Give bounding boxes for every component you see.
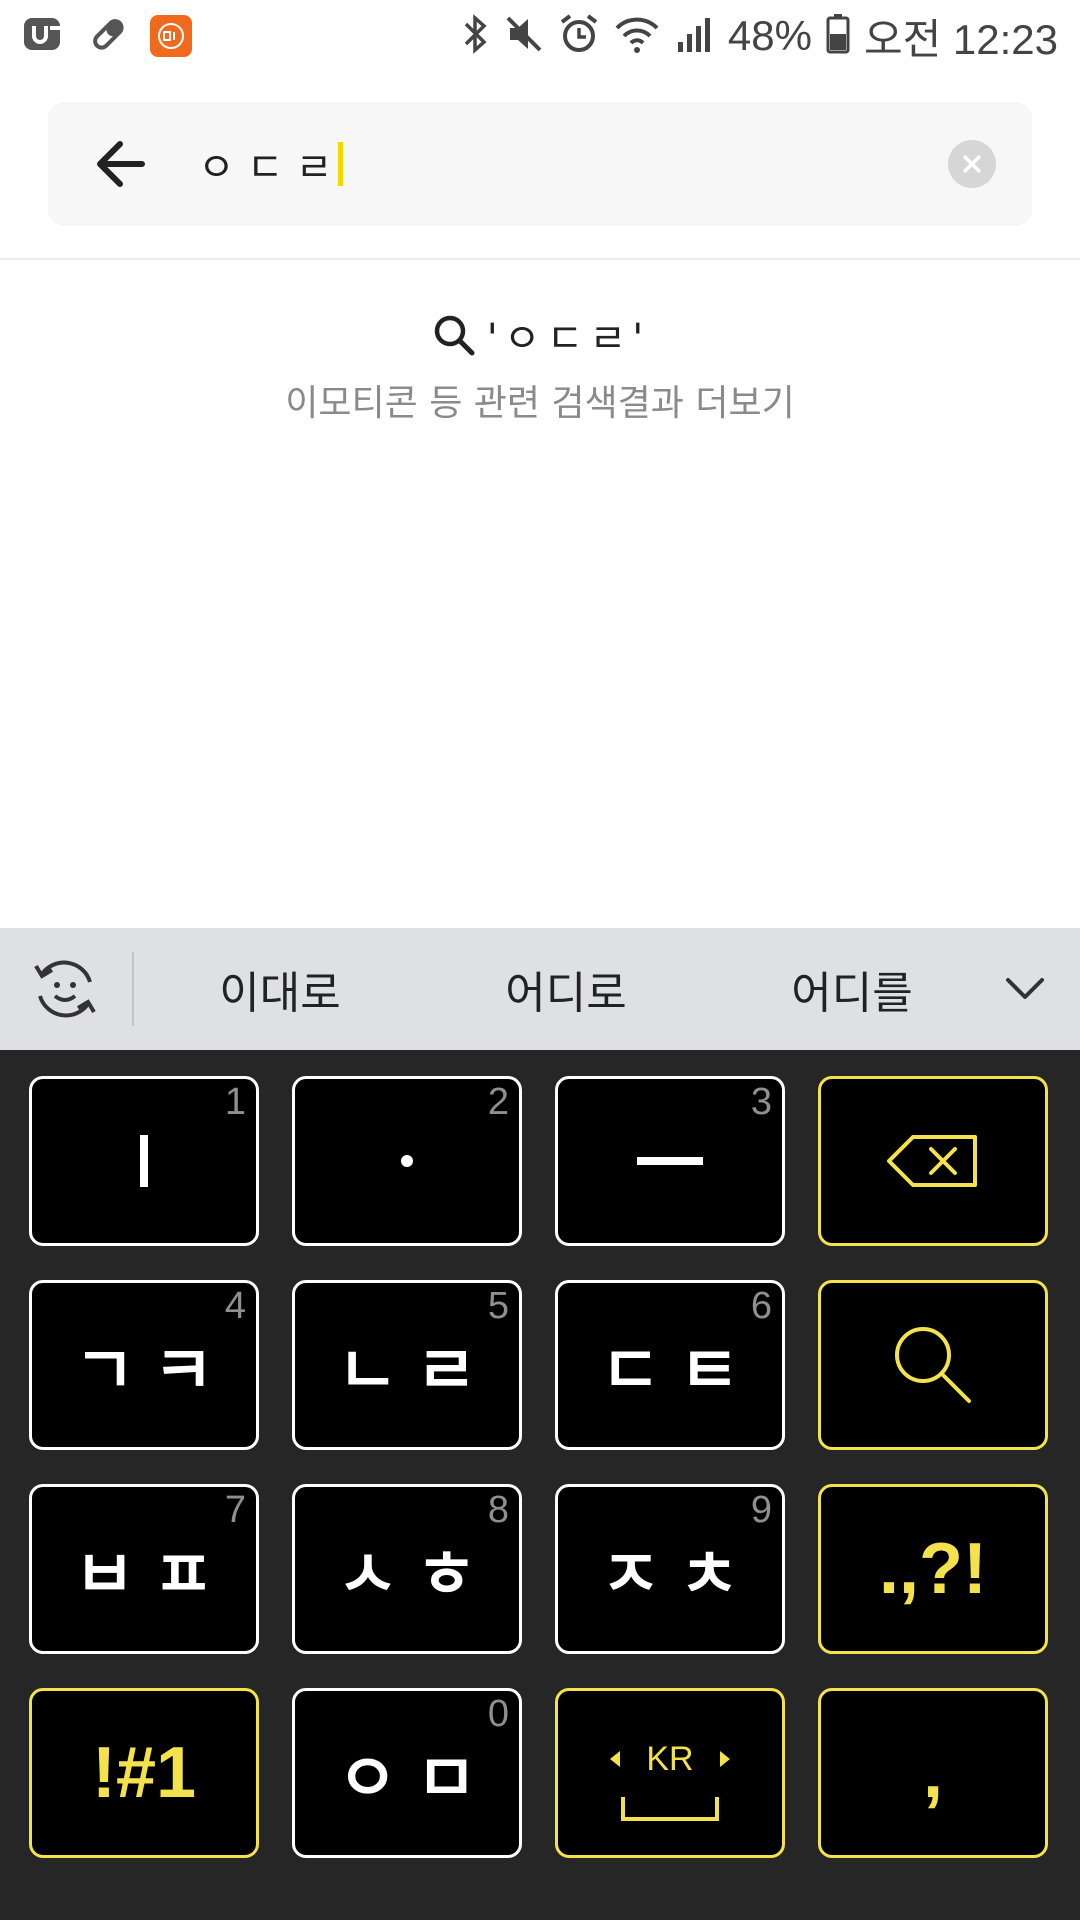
key-label: !#1: [91, 1733, 197, 1813]
clear-button[interactable]: [948, 140, 996, 188]
key-5[interactable]: ㄴㄹ 5: [292, 1280, 522, 1450]
search-icon: [895, 1327, 971, 1403]
chevron-down-icon: [1006, 978, 1044, 999]
key-4[interactable]: ㄱㅋ 4: [29, 1280, 259, 1450]
keyboard: 1 2 3 ㄱㅋ 4 ㄴㄹ 5 ㄷㅌ 6 ㅂㅍ 7 ㅅㅎ 8 ㅈㅊ 9 .,?!…: [0, 1050, 1080, 1920]
space-key[interactable]: KR: [555, 1688, 785, 1858]
wifi-icon: [614, 12, 660, 60]
key-7[interactable]: ㅂㅍ 7: [29, 1484, 259, 1654]
key-number: 2: [487, 1081, 509, 1123]
pill-icon: [88, 14, 128, 58]
key-9[interactable]: ㅈㅊ 9: [555, 1484, 785, 1654]
key-number: 4: [224, 1285, 246, 1327]
key-6[interactable]: ㄷㅌ 6: [555, 1280, 785, 1450]
key-label: ,: [922, 1733, 943, 1813]
key-8[interactable]: ㅅㅎ 8: [292, 1484, 522, 1654]
key-label: .,?!: [879, 1529, 987, 1609]
result-query: 'ㅇㄷㄹ': [486, 316, 650, 362]
arrow-left-icon: [97, 141, 145, 187]
text-cursor: [338, 142, 344, 186]
key-number: 0: [487, 1693, 509, 1735]
key-label: ㅅㅎ: [337, 1536, 495, 1613]
key-number: 8: [487, 1489, 509, 1531]
result-subtitle: 이모티콘 등 관련 검색결과 더보기: [285, 383, 795, 424]
emoji-refresh-icon: [34, 960, 96, 1018]
punctuation-key[interactable]: .,?!: [818, 1484, 1048, 1654]
mute-icon: [504, 12, 544, 60]
comma-key[interactable]: ,: [818, 1688, 1048, 1858]
key-1[interactable]: 1: [29, 1076, 259, 1246]
key-2[interactable]: 2: [292, 1076, 522, 1246]
key-label: ㅇㅁ: [337, 1740, 495, 1817]
search-bar: ㅇㄷㄹ: [48, 102, 1032, 226]
key-label: ㄴㄹ: [337, 1332, 495, 1409]
suggestion-separator: [132, 952, 134, 1026]
search-key[interactable]: [818, 1280, 1048, 1450]
mi-app-icon: [150, 15, 192, 57]
symbols-key[interactable]: !#1: [29, 1688, 259, 1858]
key-number: 9: [750, 1489, 772, 1531]
space-bar-icon: KR: [610, 1740, 730, 1821]
vertical-bar-glyph-icon: [140, 1135, 148, 1187]
key-0[interactable]: ㅇㅁ 0: [292, 1688, 522, 1858]
clock: 오전 12:23: [863, 15, 1058, 63]
battery-icon: [826, 12, 850, 60]
battery-percent: 48%: [727, 12, 812, 59]
key-label: ㄷㅌ: [600, 1332, 758, 1409]
search-input[interactable]: ㅇㄷㄹ: [198, 122, 345, 206]
key-label: ㄱㅋ: [74, 1332, 232, 1409]
key-label: ㅈㅊ: [600, 1536, 758, 1613]
expand-suggestions-button[interactable]: [1000, 964, 1050, 1014]
search-icon: [434, 315, 475, 356]
search-query-text: ㅇㄷㄹ: [198, 145, 345, 191]
key-number: 3: [750, 1081, 772, 1123]
status-bar: 48% 오전 12:23: [0, 0, 1080, 72]
key-number: 1: [224, 1081, 246, 1123]
key-label: ㅂㅍ: [74, 1536, 232, 1613]
signal-icon: [674, 12, 714, 60]
backspace-icon: [887, 1135, 977, 1187]
arrow-left-icon: [610, 1751, 620, 1767]
suggestion-3[interactable]: 어디를: [722, 928, 982, 1050]
suggestion-1[interactable]: 이대로: [150, 928, 410, 1050]
suggestion-2[interactable]: 어디로: [436, 928, 696, 1050]
language-label: KR: [646, 1740, 693, 1778]
clear-circle-icon: [963, 155, 981, 173]
header-divider: [0, 258, 1080, 260]
alarm-icon: [558, 12, 600, 60]
arrow-right-icon: [720, 1751, 730, 1767]
key-number: 6: [750, 1285, 772, 1327]
u-plus-app-icon: [22, 14, 66, 58]
emoji-button[interactable]: [28, 952, 102, 1026]
horizontal-bar-glyph-icon: [637, 1157, 703, 1165]
back-button[interactable]: [88, 130, 156, 198]
bluetooth-icon: [460, 12, 490, 60]
dot-glyph-icon: [401, 1155, 413, 1167]
key-number: 5: [487, 1285, 509, 1327]
suggestion-bar: 이대로 어디로 어디를: [0, 928, 1080, 1050]
backspace-key[interactable]: [818, 1076, 1048, 1246]
more-results-link[interactable]: 'ㅇㄷㄹ' 이모티콘 등 관련 검색결과 더보기: [0, 300, 1080, 426]
key-number: 7: [224, 1489, 246, 1531]
key-3[interactable]: 3: [555, 1076, 785, 1246]
